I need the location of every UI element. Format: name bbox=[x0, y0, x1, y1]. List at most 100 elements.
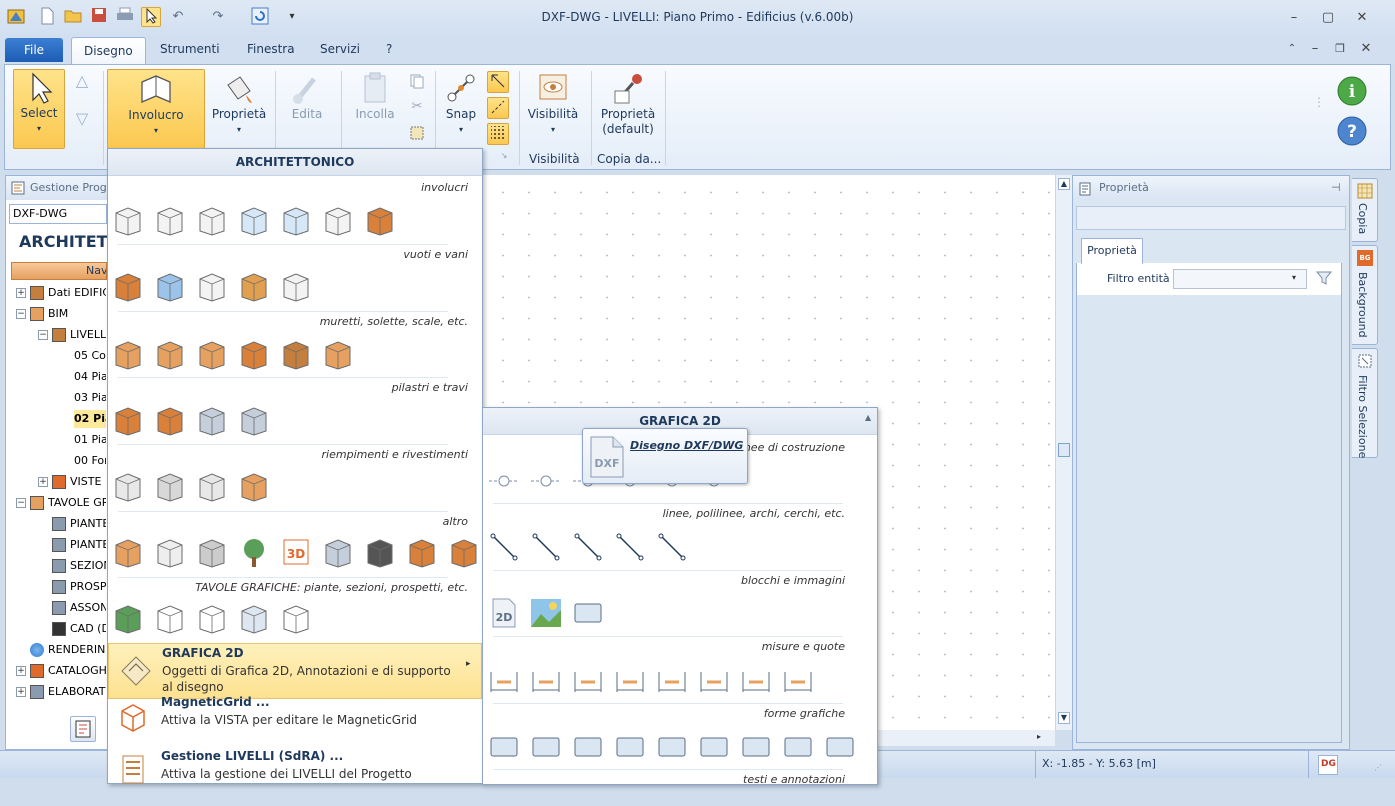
tree-item[interactable]: PIANTE bbox=[70, 515, 106, 533]
tree-expander-icon[interactable]: + bbox=[16, 666, 26, 676]
tree-expander-icon[interactable]: + bbox=[16, 288, 26, 298]
construction-line-icon[interactable] bbox=[529, 464, 563, 498]
steel-beam-icon[interactable] bbox=[237, 403, 271, 437]
curved-wall-icon[interactable] bbox=[153, 337, 187, 371]
tab-strumenti[interactable]: Strumenti bbox=[160, 42, 220, 56]
filter-icon[interactable] bbox=[1315, 270, 1335, 288]
maximize-button[interactable]: ▢ bbox=[1317, 9, 1339, 27]
tab-finestra[interactable]: Finestra bbox=[247, 42, 295, 56]
edit-image-icon[interactable] bbox=[571, 596, 605, 630]
side-tab-filtro-selezione[interactable]: Filtro Selezione bbox=[1352, 348, 1378, 458]
ellipse-icon[interactable] bbox=[571, 730, 605, 764]
tree-icon[interactable] bbox=[237, 535, 271, 569]
tree-expander-icon[interactable]: + bbox=[38, 477, 48, 487]
line-icon[interactable] bbox=[529, 530, 563, 564]
dimension-icon[interactable] bbox=[487, 662, 521, 696]
select-area-icon[interactable] bbox=[407, 125, 427, 145]
area-hatch-icon[interactable] bbox=[655, 662, 689, 696]
section-view-icon[interactable] bbox=[153, 601, 187, 635]
arrow-icon[interactable] bbox=[823, 730, 857, 764]
table-icon[interactable] bbox=[237, 601, 271, 635]
project-combo[interactable]: DXF-DWG bbox=[9, 204, 107, 224]
ellipse-circle-icon[interactable] bbox=[529, 730, 563, 764]
tree-item[interactable]: CATALOGHI bbox=[48, 662, 106, 680]
tree-expander-icon[interactable]: − bbox=[38, 330, 48, 340]
cut-icon[interactable]: ✂ bbox=[407, 99, 427, 119]
select-button[interactable]: Select ▾ bbox=[13, 69, 65, 149]
low-wall-icon[interactable] bbox=[111, 337, 145, 371]
scroll-right-icon[interactable]: ▸ bbox=[1037, 732, 1041, 741]
door-frame-icon[interactable] bbox=[111, 535, 145, 569]
tree-item[interactable]: BIM bbox=[48, 305, 70, 323]
wall-curved-icon[interactable] bbox=[111, 203, 145, 237]
wall-frame-icon[interactable] bbox=[321, 203, 355, 237]
tree-item[interactable]: VISTE bbox=[70, 473, 103, 491]
tree-item[interactable]: 02 Piano Primo bbox=[74, 410, 106, 428]
infill-icon[interactable] bbox=[111, 469, 145, 503]
wall-blue-curved-icon[interactable] bbox=[279, 203, 313, 237]
cladding-icon[interactable] bbox=[153, 469, 187, 503]
cube-icon[interactable] bbox=[363, 535, 397, 569]
doc-minimize-button[interactable]: – bbox=[1304, 40, 1326, 58]
pergola-icon[interactable] bbox=[447, 535, 481, 569]
snap-grid-toggle[interactable] bbox=[487, 71, 509, 93]
doc-restore-button[interactable]: ❐ bbox=[1329, 40, 1351, 58]
tree-item[interactable]: LIVELLI bbox=[70, 326, 106, 344]
window-icon[interactable] bbox=[153, 269, 187, 303]
menu-item-grafica-2d[interactable]: GRAFICA 2D Oggetti di Grafica 2D, Annota… bbox=[108, 643, 482, 699]
copy-icon[interactable] bbox=[407, 73, 427, 93]
tab-servizi[interactable]: Servizi bbox=[320, 42, 360, 56]
dimension-dashed-icon[interactable] bbox=[529, 662, 563, 696]
tree-expander-icon[interactable]: − bbox=[16, 309, 26, 319]
tree-item[interactable]: PIANTE bbox=[70, 536, 106, 554]
tree-item[interactable]: ASSONOMETRIE bbox=[70, 599, 106, 617]
tree-item[interactable]: TAVOLE GRAFICHE bbox=[48, 494, 106, 512]
triangle-icon[interactable] bbox=[655, 730, 689, 764]
tree-item[interactable]: Dati EDIFICIO bbox=[48, 284, 106, 302]
logo-icon[interactable]: DG bbox=[1318, 755, 1338, 775]
tree-item[interactable]: 03 Piano Secondo bbox=[74, 389, 106, 407]
info-icon[interactable]: i bbox=[1335, 75, 1369, 109]
chain-icon[interactable] bbox=[739, 730, 773, 764]
submenu-scroll-up-icon[interactable]: ▲ bbox=[865, 413, 871, 422]
tree-item[interactable]: 00 Fondazioni bbox=[74, 452, 106, 470]
side-tab-background[interactable]: BG Background bbox=[1352, 245, 1378, 345]
snap-dialog-launcher-icon[interactable]: ↘ bbox=[498, 151, 510, 163]
resize-grip[interactable]: ⋰ bbox=[1374, 763, 1382, 772]
close-button[interactable]: ✕ bbox=[1351, 9, 1373, 27]
involucro-button[interactable]: Involucro ▾ bbox=[107, 69, 205, 149]
tree-item[interactable]: 04 Piano Terzo bbox=[74, 368, 106, 386]
niche-icon[interactable] bbox=[279, 269, 313, 303]
rectangle-icon[interactable] bbox=[487, 730, 521, 764]
scroll-up-icon[interactable]: ▲ bbox=[1058, 178, 1070, 190]
tree-item[interactable]: RENDERING bbox=[48, 641, 106, 659]
edita-button[interactable]: Edita bbox=[281, 69, 333, 149]
menu-item-gestione-livelli[interactable]: Gestione LIVELLI (SdRA) ... Attiva la ge… bbox=[108, 747, 482, 785]
navigator-tab[interactable]: Navigatore bbox=[11, 262, 107, 280]
arc-dimension-icon[interactable] bbox=[613, 662, 647, 696]
zigzag-icon[interactable] bbox=[781, 730, 815, 764]
snap-lines-toggle[interactable] bbox=[487, 97, 509, 119]
slab-icon[interactable] bbox=[195, 337, 229, 371]
help-icon[interactable]: ? bbox=[1335, 115, 1369, 149]
ribbon-collapse-icon[interactable]: ⌃ bbox=[1281, 40, 1303, 58]
proprieta-button[interactable]: Proprietà ▾ bbox=[209, 69, 269, 149]
scroll-arrows[interactable]: △ ▽ bbox=[71, 71, 93, 151]
solar-panel-icon[interactable] bbox=[321, 535, 355, 569]
measure-icon[interactable] bbox=[739, 662, 773, 696]
tile-icon[interactable] bbox=[195, 469, 229, 503]
beam-icon[interactable] bbox=[153, 403, 187, 437]
proprieta-default-button[interactable]: Proprietà (default) bbox=[595, 69, 661, 149]
minimize-button[interactable]: – bbox=[1283, 9, 1305, 27]
plan-view-icon[interactable] bbox=[111, 601, 145, 635]
tree-item[interactable]: 01 Piano Terra bbox=[74, 431, 106, 449]
tree-item[interactable]: ELABORATI bbox=[48, 683, 106, 701]
tab-proprieta[interactable]: Proprietà bbox=[1081, 238, 1143, 264]
arc-icon[interactable] bbox=[571, 530, 605, 564]
tree-item[interactable]: SEZIONI bbox=[70, 557, 106, 575]
circle-icon[interactable] bbox=[613, 530, 647, 564]
wall-round-icon[interactable] bbox=[153, 203, 187, 237]
incolla-button[interactable]: Incolla bbox=[347, 69, 403, 149]
side-tab-copia[interactable]: Copia bbox=[1352, 178, 1378, 242]
block-2d-icon[interactable]: 2D bbox=[487, 596, 521, 630]
